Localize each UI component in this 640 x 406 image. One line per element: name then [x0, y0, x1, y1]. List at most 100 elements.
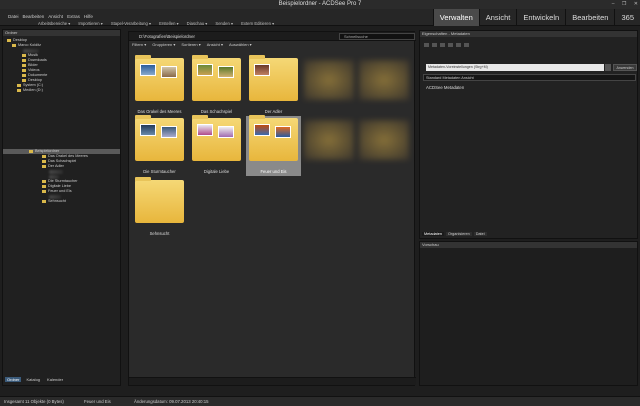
- chevron-down-icon[interactable]: [605, 64, 611, 71]
- folder-icon: [42, 199, 46, 203]
- tree-item-user[interactable]: Marco Kolditz: [12, 43, 41, 48]
- thumbnail-sehnsucht[interactable]: Sehnsucht: [132, 177, 187, 238]
- thumbnail-orakel[interactable]: Das Orakel des Meeres: [132, 55, 187, 116]
- folder-icon: [42, 189, 46, 193]
- menu-extras[interactable]: Extras: [67, 14, 80, 19]
- folder-icon: [22, 68, 26, 72]
- toolbar-senden[interactable]: Senden ▾: [215, 21, 233, 26]
- menu-ansicht[interactable]: Ansicht: [48, 14, 63, 19]
- maximize-icon[interactable]: ❐: [622, 1, 626, 7]
- drive-icon: [17, 83, 21, 87]
- apply-button[interactable]: Anwenden: [613, 64, 637, 71]
- close-icon[interactable]: ✕: [634, 1, 638, 7]
- quick-search-input[interactable]: Schnellsuche: [339, 33, 415, 40]
- folder-icon: [42, 179, 46, 183]
- properties-panel: Eigenschaften - Metadaten Metadaten-Vore…: [419, 30, 638, 239]
- mode-tab-entwickeln[interactable]: Entwickeln: [516, 9, 565, 26]
- tree-item-child-3[interactable]: Der Adler: [42, 164, 64, 169]
- thumbnail-caption: Feuer und Eis: [260, 169, 287, 174]
- folder-icon: [22, 63, 26, 67]
- menu-hilfe[interactable]: Hilfe: [84, 14, 93, 19]
- metadata-preset-field[interactable]: Metadaten-Voreinstellungen (Strg+M): [426, 64, 604, 71]
- thumbnail-caption: Das Orakel des Meeres: [137, 109, 182, 114]
- toolbar-diaschau[interactable]: Diaschau ▾: [187, 21, 208, 26]
- status-modified-date: Änderungsdatum: 09.07.2013 20:40:15: [134, 399, 209, 404]
- tab-katalog[interactable]: Katalog: [24, 377, 42, 382]
- file-list-pane: D:\Fotografien\Beispielordner Schnellsuc…: [128, 31, 416, 386]
- thumbnail-feuer-und-eis[interactable]: Feuer und Eis: [246, 115, 301, 176]
- mode-tab-365[interactable]: 365: [614, 9, 640, 26]
- mode-tab-verwalten[interactable]: Verwalten: [432, 9, 479, 26]
- tab-ordner[interactable]: Ordner: [5, 377, 22, 382]
- toolbar-extern[interactable]: Extern Editieren ▾: [241, 21, 274, 26]
- toolbar-erstellen[interactable]: Erstellen ▾: [159, 21, 179, 26]
- blurred-thumbnail: [304, 60, 354, 100]
- menu-bar: Datei Bearbeiten Ansicht Extras Hilfe Ar…: [0, 9, 640, 26]
- thumbnail-caption: Die Sturmtaucher: [143, 169, 176, 174]
- thumbnail-adler[interactable]: Der Adler: [246, 55, 301, 116]
- thumbnail-sturmtaucher[interactable]: Die Sturmtaucher: [132, 115, 187, 176]
- sort-button[interactable]: Sortieren ▾: [181, 42, 200, 47]
- tool-icon[interactable]: [432, 43, 437, 47]
- folder-panel-header: Ordner: [3, 30, 120, 36]
- tree-item-child-6[interactable]: Feuer und Eis: [42, 189, 72, 194]
- toolbar-importieren[interactable]: Importieren ▾: [78, 21, 102, 26]
- blurred-thumbnail: [359, 120, 409, 160]
- folder-icon: [22, 78, 26, 82]
- folder-icon: [42, 184, 46, 188]
- folder-panel: Ordner Desktop Marco Kolditz Musik Downl…: [2, 29, 121, 386]
- tool-icon[interactable]: [456, 43, 461, 47]
- folder-icon: [12, 43, 16, 47]
- view-button[interactable]: Ansicht ▾: [207, 42, 223, 47]
- folder-icon: [42, 164, 46, 168]
- tool-icon[interactable]: [448, 43, 453, 47]
- folder-icon: [42, 154, 46, 158]
- select-button[interactable]: Auswählen ▾: [229, 42, 252, 47]
- menu-bearbeiten[interactable]: Bearbeiten: [23, 14, 45, 19]
- folder-icon: [22, 53, 26, 57]
- metadata-view-dropdown[interactable]: Standard Metadaten Ansicht: [423, 74, 636, 81]
- window-title: Beispielordner - ACDSee Pro 7: [278, 1, 362, 7]
- properties-toolbar: [424, 43, 469, 47]
- current-path[interactable]: D:\Fotografien\Beispielordner: [139, 34, 195, 39]
- thumbnail-caption: Sehnsucht: [149, 231, 170, 236]
- blurred-thumbnail: [304, 120, 354, 160]
- status-object-count: Insgesamt 11 Objekte (0 Bytes): [4, 399, 64, 404]
- tab-organisieren[interactable]: Organisieren: [445, 232, 472, 236]
- folder-icon: [22, 73, 26, 77]
- thumbnail-bottom-bar: [129, 377, 416, 385]
- folder-icon: [22, 58, 26, 62]
- status-selected-item: Feuer und Eis: [84, 399, 111, 404]
- group-button[interactable]: Gruppieren ▾: [152, 42, 175, 47]
- mode-tab-bearbeiten[interactable]: Bearbeiten: [565, 9, 614, 26]
- thumbnail-caption: Der Adler: [264, 109, 283, 114]
- tool-icon[interactable]: [440, 43, 445, 47]
- title-bar: Beispielordner - ACDSee Pro 7 – ❐ ✕: [0, 0, 640, 9]
- preview-header: Vorschau: [420, 242, 637, 248]
- properties-header: Eigenschaften - Metadaten: [420, 31, 637, 37]
- drive-icon: [17, 88, 21, 92]
- tab-kalender[interactable]: Kalender: [45, 377, 65, 382]
- thumbnail-caption: Digitale Liebe: [203, 169, 230, 174]
- folder-icon: [29, 149, 33, 153]
- minimize-icon[interactable]: –: [612, 1, 615, 7]
- status-bar: Insgesamt 11 Objekte (0 Bytes) Feuer und…: [0, 396, 640, 406]
- tree-item-child-7[interactable]: Sehnsucht: [42, 199, 66, 204]
- path-bar: D:\Fotografien\Beispielordner Schnellsuc…: [129, 32, 416, 41]
- filter-button[interactable]: Filtern ▾: [132, 42, 146, 47]
- checkbox-icon[interactable]: [424, 43, 429, 47]
- thumbnail-schachspiel[interactable]: Das Schachspiel: [189, 55, 244, 116]
- tab-metadaten[interactable]: Metadaten: [422, 232, 444, 236]
- tree-item-medien[interactable]: Medien (D:): [17, 88, 43, 93]
- blurred-thumbnail: [359, 60, 409, 100]
- tab-datei[interactable]: Datei: [473, 232, 487, 236]
- menu-datei[interactable]: Datei: [8, 14, 19, 19]
- preview-panel: Vorschau: [419, 241, 638, 386]
- acdsee-metadata-section[interactable]: ACDSee Metadaten: [426, 85, 464, 90]
- blurred-tree-item: [49, 170, 63, 174]
- mode-tab-ansicht[interactable]: Ansicht: [478, 9, 517, 26]
- toolbar-stapel[interactable]: Stapel-Verarbeitung ▾: [111, 21, 151, 26]
- toolbar-arbeitsbereiche[interactable]: Arbeitsbereiche ▾: [38, 21, 70, 26]
- thumbnail-digitale-liebe[interactable]: Digitale Liebe: [189, 115, 244, 176]
- tool-icon[interactable]: [464, 43, 469, 47]
